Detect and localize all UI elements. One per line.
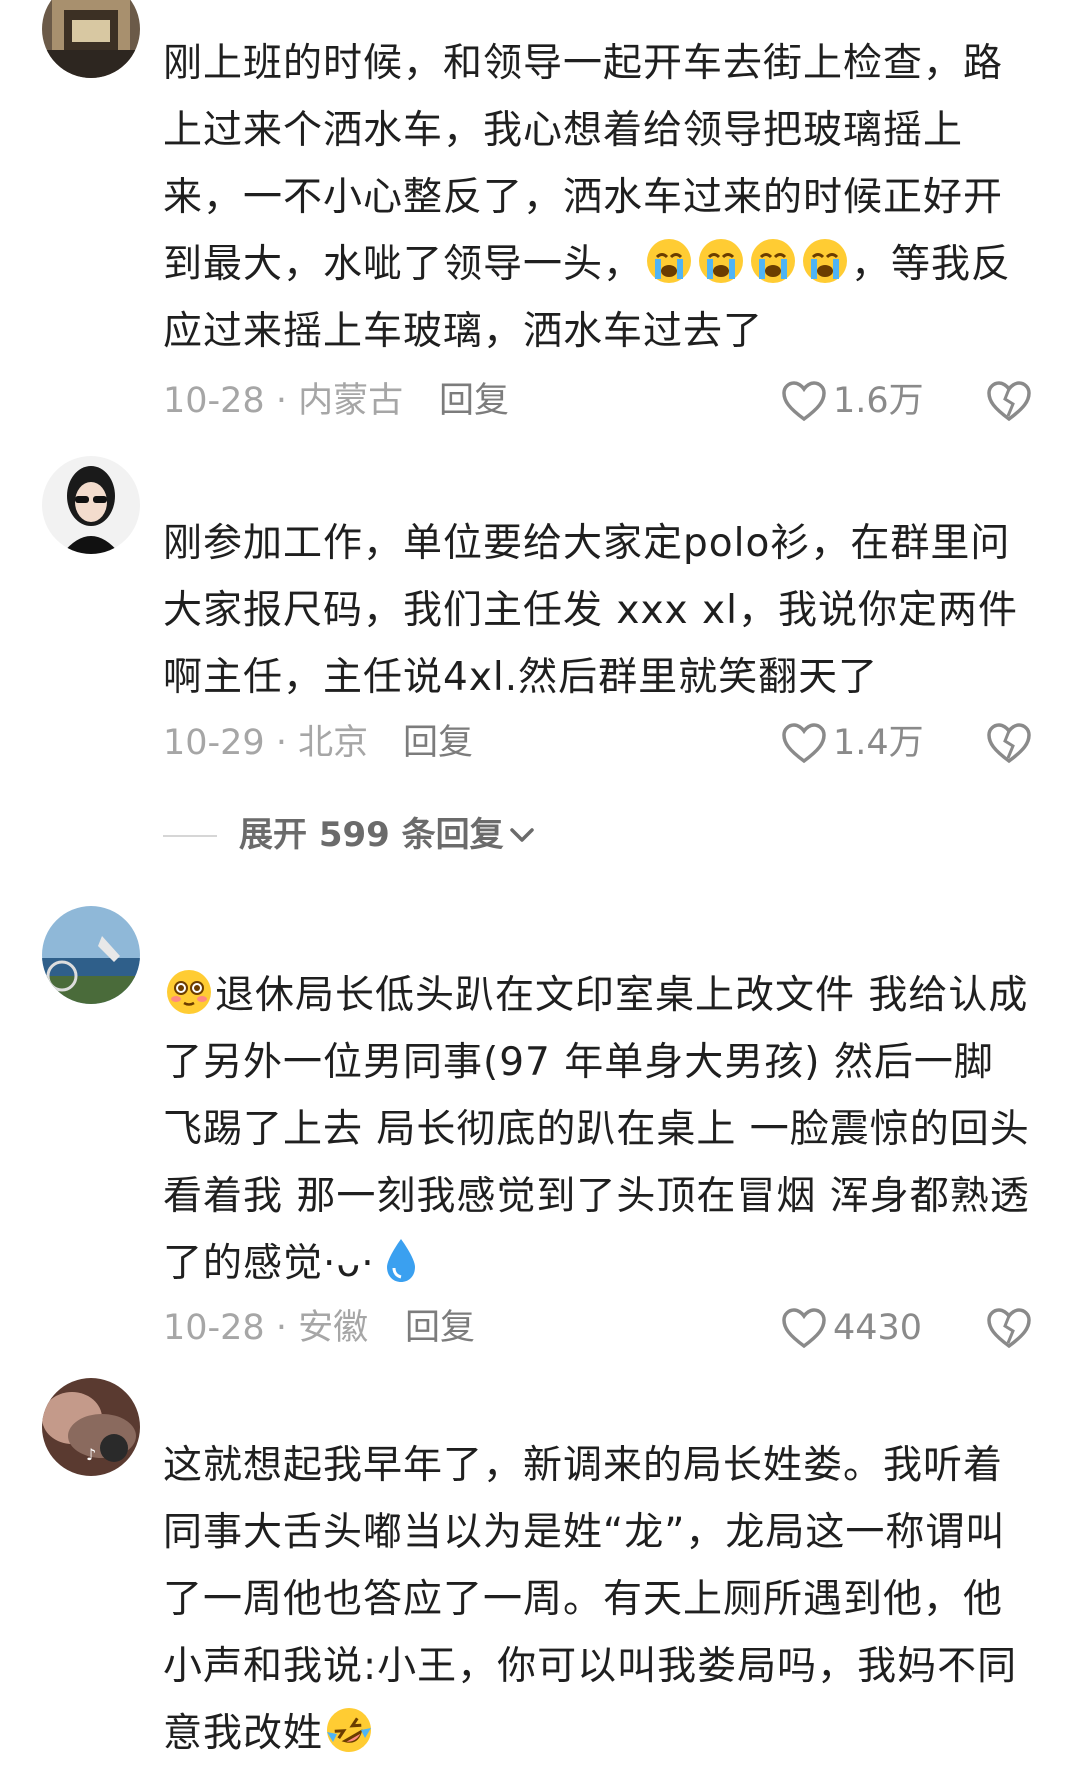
date-location: 10-28 · 安徽 xyxy=(163,1308,369,1348)
like-count: 1.4万 xyxy=(833,723,924,763)
heart-outline-icon[interactable] xyxy=(781,722,827,764)
comment-text-part: 退休局长低头趴在文印室桌上改文件 我给认成了另外一位男同事(97 年单身大男孩)… xyxy=(163,973,1030,1286)
date-location: 10-28 · 内蒙古 xyxy=(163,381,404,421)
crying-emoji-1 xyxy=(645,237,693,285)
reply-button[interactable]: 回复 xyxy=(405,1303,475,1353)
flushed-face-emoji xyxy=(165,968,213,1016)
comment-meta: 10-29 · 北京 回复 1.4万 xyxy=(163,718,1033,768)
crying-emoji-4 xyxy=(801,237,849,285)
comment-text: 刚参加工作，单位要给大家定polo衫，在群里问大家报尺码，我们主任发 xxx x… xyxy=(163,521,1018,700)
comment-text-part: 这就想起我早年了，新调来的局长姓娄。我听着同事大舌头嘟当以为是姓“龙”，龙局这一… xyxy=(163,1443,1018,1756)
user-avatar[interactable] xyxy=(42,0,140,78)
crying-emoji-2 xyxy=(697,237,745,285)
date-location: 10-29 · 北京 xyxy=(163,723,369,763)
user-avatar[interactable] xyxy=(42,456,140,554)
reply-button[interactable]: 回复 xyxy=(439,376,509,426)
svg-text:♪: ♪ xyxy=(86,1445,96,1464)
comment-meta: 10-28 · 安徽 回复 4430 xyxy=(163,1303,1033,1353)
broken-heart-icon[interactable] xyxy=(986,1307,1032,1349)
like-count: 4430 xyxy=(833,1308,923,1348)
user-avatar[interactable] xyxy=(42,906,140,1004)
rolling-laughing-emoji xyxy=(325,1706,373,1754)
divider-line xyxy=(163,835,217,837)
crying-emoji-3 xyxy=(749,237,797,285)
heart-outline-icon[interactable] xyxy=(781,380,827,422)
user-avatar[interactable]: ♪ xyxy=(42,1378,140,1476)
comment-text: 退休局长低头趴在文印室桌上改文件 我给认成了另外一位男同事(97 年单身大男孩)… xyxy=(163,962,1033,1297)
droplet-emoji xyxy=(377,1236,425,1284)
heart-outline-icon[interactable] xyxy=(781,1307,827,1349)
reply-button[interactable]: 回复 xyxy=(403,718,473,768)
comment-text: 这就想起我早年了，新调来的局长姓娄。我听着同事大舌头嘟当以为是姓“龙”，龙局这一… xyxy=(163,1432,1033,1767)
chevron-down-icon xyxy=(510,828,534,842)
broken-heart-icon[interactable] xyxy=(986,380,1032,422)
broken-heart-icon[interactable] xyxy=(986,722,1032,764)
like-count: 1.6万 xyxy=(833,381,924,421)
comment-meta: 10-28 · 内蒙古 回复 1.6万 xyxy=(163,376,1033,426)
expand-replies-label: 展开 599 条回复 xyxy=(239,815,504,855)
comment-text: 刚上班的时候，和领导一起开车去街上检查，路上过来个洒水车，我心想着给领导把玻璃摇… xyxy=(163,30,1033,365)
